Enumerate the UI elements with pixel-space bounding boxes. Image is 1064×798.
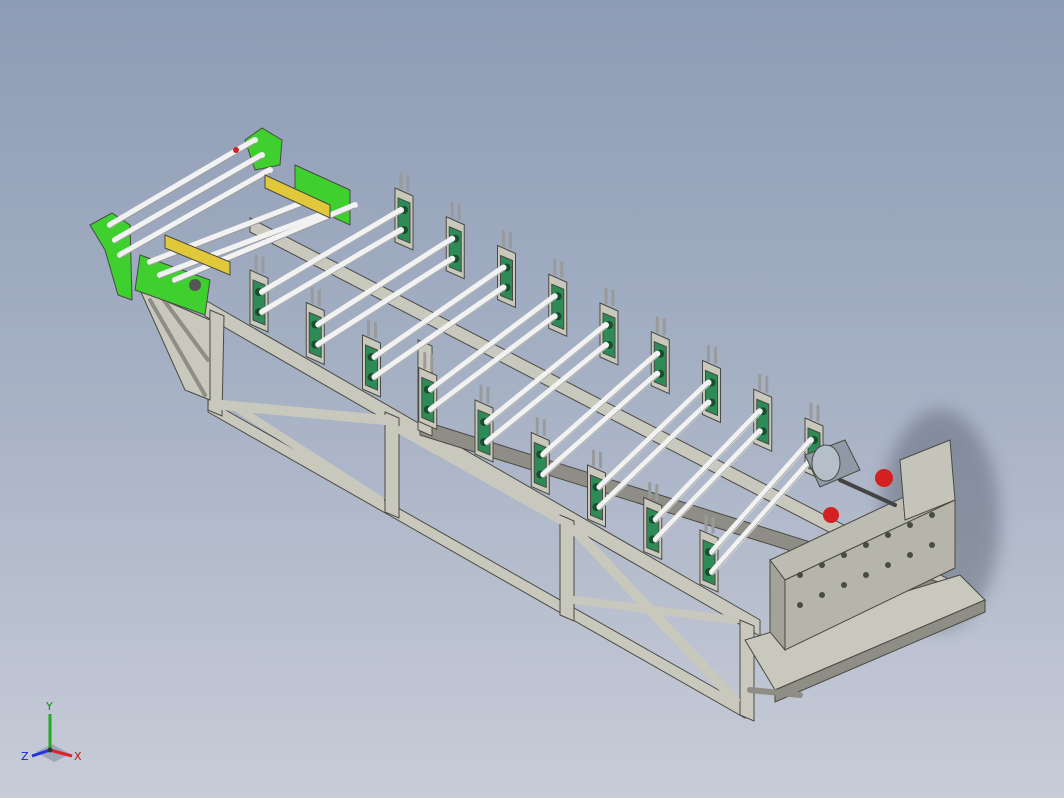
stand-green-plate xyxy=(653,341,667,388)
stand-green-plate xyxy=(397,197,411,244)
red-gear xyxy=(875,469,893,487)
roll-forming-machine-model[interactable] xyxy=(89,127,986,722)
stand-green-plate xyxy=(421,376,435,424)
cutter-bolt xyxy=(907,552,913,558)
stand-green-plate xyxy=(551,283,565,330)
roller-shaft xyxy=(652,408,763,523)
roller-stand-front xyxy=(530,417,550,496)
cutter-bolt xyxy=(907,522,913,528)
cutter-bolt xyxy=(819,592,825,598)
roller-stand-front xyxy=(474,384,494,463)
stand-green-plate xyxy=(308,311,322,359)
roller-shaft xyxy=(596,379,712,490)
roller-stand-front xyxy=(305,287,325,366)
roller-stand-front xyxy=(362,319,381,398)
cutter-bolt xyxy=(929,512,935,518)
stand-green-plate xyxy=(602,312,616,359)
stand-green-plate xyxy=(365,344,378,391)
cutter-bolt xyxy=(797,572,803,578)
cutter-bolt xyxy=(885,562,891,568)
cutter-bolt xyxy=(819,562,825,568)
x-axis-label: X xyxy=(74,750,82,763)
stand-green-plate xyxy=(705,369,718,417)
cutter-bolt xyxy=(863,572,869,578)
stand-green-plate xyxy=(448,226,462,273)
entry-roller-edge xyxy=(109,142,256,229)
y-axis-label: Y xyxy=(45,700,53,713)
3d-model-viewport[interactable] xyxy=(0,0,1064,798)
roller-shaft-edge xyxy=(599,385,709,491)
cutter-bolt xyxy=(885,532,891,538)
diagonal-brace xyxy=(236,406,384,504)
red-marker xyxy=(233,147,239,153)
cutter-bolt xyxy=(797,602,803,608)
cutter-bolt xyxy=(841,582,847,588)
roller-shaft-edge xyxy=(486,327,607,426)
roller-stand-front xyxy=(249,254,269,333)
roller-shaft xyxy=(259,207,404,295)
cutter-bolt xyxy=(841,552,847,558)
coordinate-triad: X Y Z xyxy=(21,700,82,763)
entry-roller xyxy=(107,137,258,228)
cutter-bolt xyxy=(929,542,935,548)
red-gear xyxy=(823,507,839,523)
roller-shaft-edge xyxy=(542,356,658,458)
stand-green-plate xyxy=(252,279,266,326)
roller-stand-front xyxy=(587,449,606,528)
motor-cap xyxy=(811,444,841,482)
cutter-bolt xyxy=(863,542,869,548)
roller-shaft xyxy=(540,350,661,458)
stand-green-plate xyxy=(477,409,491,456)
triad-origin xyxy=(47,747,53,753)
z-axis-label: Z xyxy=(21,750,29,763)
frame-leg xyxy=(739,619,755,722)
stand-green-plate xyxy=(500,254,513,302)
stand-green-plate xyxy=(756,398,770,445)
entry-guide xyxy=(89,127,358,316)
bearing-hub xyxy=(189,279,201,291)
roller-shaft-edge xyxy=(655,413,761,523)
stand-green-plate xyxy=(533,441,547,489)
